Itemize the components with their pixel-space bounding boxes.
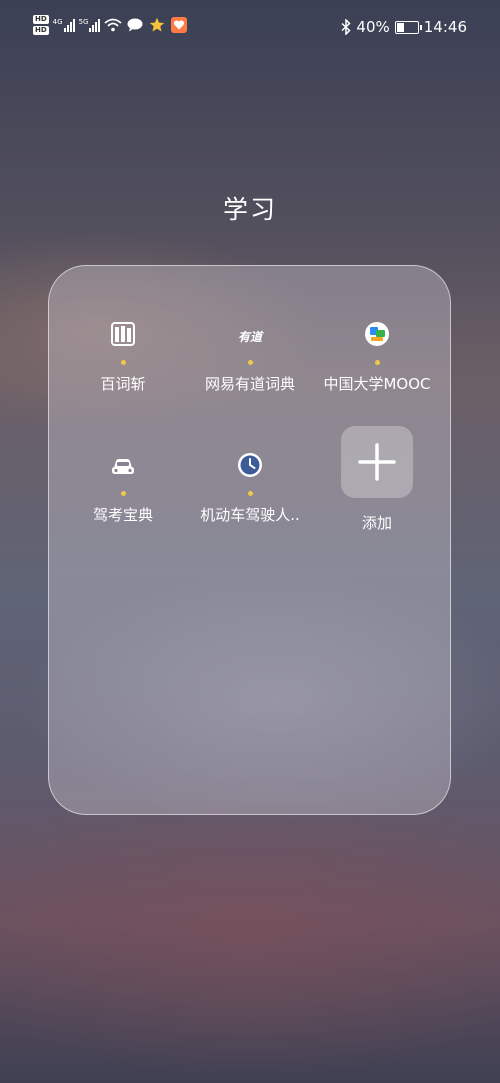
clock-time: 14:46 [423, 18, 467, 36]
signal-bars-icon [89, 18, 101, 32]
bluetooth-icon [341, 18, 352, 36]
youdao-logo-text: 有道 [237, 330, 262, 344]
signal-bars-icon [63, 18, 75, 32]
app-label: 百词斩 [100, 375, 146, 393]
clock-icon [230, 450, 270, 496]
network-type-label: 5G [78, 18, 89, 26]
plus-icon [358, 443, 396, 481]
add-app-button[interactable]: 添加 [310, 426, 444, 533]
app-jiakaobaodian[interactable]: 驾考宝典 [56, 450, 190, 525]
app-mooc[interactable]: 中国大学MOOC [310, 319, 444, 394]
app-driver-exam[interactable]: 机动车驾驶人.. [183, 450, 317, 525]
app-label: 驾考宝典 [92, 506, 153, 524]
battery-icon [394, 20, 422, 34]
mooc-icon [357, 319, 397, 365]
status-left: HD HD 4G 5G [33, 15, 188, 35]
star-icon [148, 16, 166, 34]
car-icon [103, 450, 143, 496]
app-label: 中国大学MOOC [323, 375, 431, 393]
add-tile[interactable] [341, 426, 413, 498]
add-label: 添加 [361, 514, 392, 532]
chat-bubble-icon [126, 16, 144, 34]
app-youdao[interactable]: 有道 网易有道词典 [183, 319, 317, 394]
status-bar: HD HD 4G 5G 40% 14:46 [0, 0, 500, 56]
folder-title[interactable]: 学习 [0, 190, 500, 226]
app-baicizhan[interactable]: 百词斩 [56, 319, 190, 394]
wifi-icon [104, 16, 123, 34]
folder-panel: 百词斩 有道 网易有道词典 中国大学MOOC 驾考宝典 机动车驾驶人.. 添加 [48, 265, 451, 815]
app-label: 网易有道词典 [204, 375, 295, 393]
status-right: 40% 14:46 [341, 18, 467, 36]
app-label: 机动车驾驶人.. [200, 506, 300, 524]
moon-badge-icon [248, 360, 253, 365]
signal-sim2: 5G [79, 18, 101, 32]
moon-badge-icon [121, 491, 126, 496]
sim-indicators: HD HD [33, 15, 49, 35]
baicizhan-icon [103, 319, 143, 365]
youdao-icon: 有道 [230, 319, 270, 365]
sim1-hd-badge: HD [33, 15, 49, 24]
moon-badge-icon [121, 360, 126, 365]
signal-sim1: 4G [53, 18, 75, 32]
moon-badge-icon [248, 491, 253, 496]
app-notification-icon [170, 16, 188, 34]
battery-percent: 40% [356, 18, 390, 36]
network-type-label: 4G [52, 18, 63, 26]
sim2-hd-badge: HD [33, 26, 49, 35]
moon-badge-icon [375, 360, 380, 365]
